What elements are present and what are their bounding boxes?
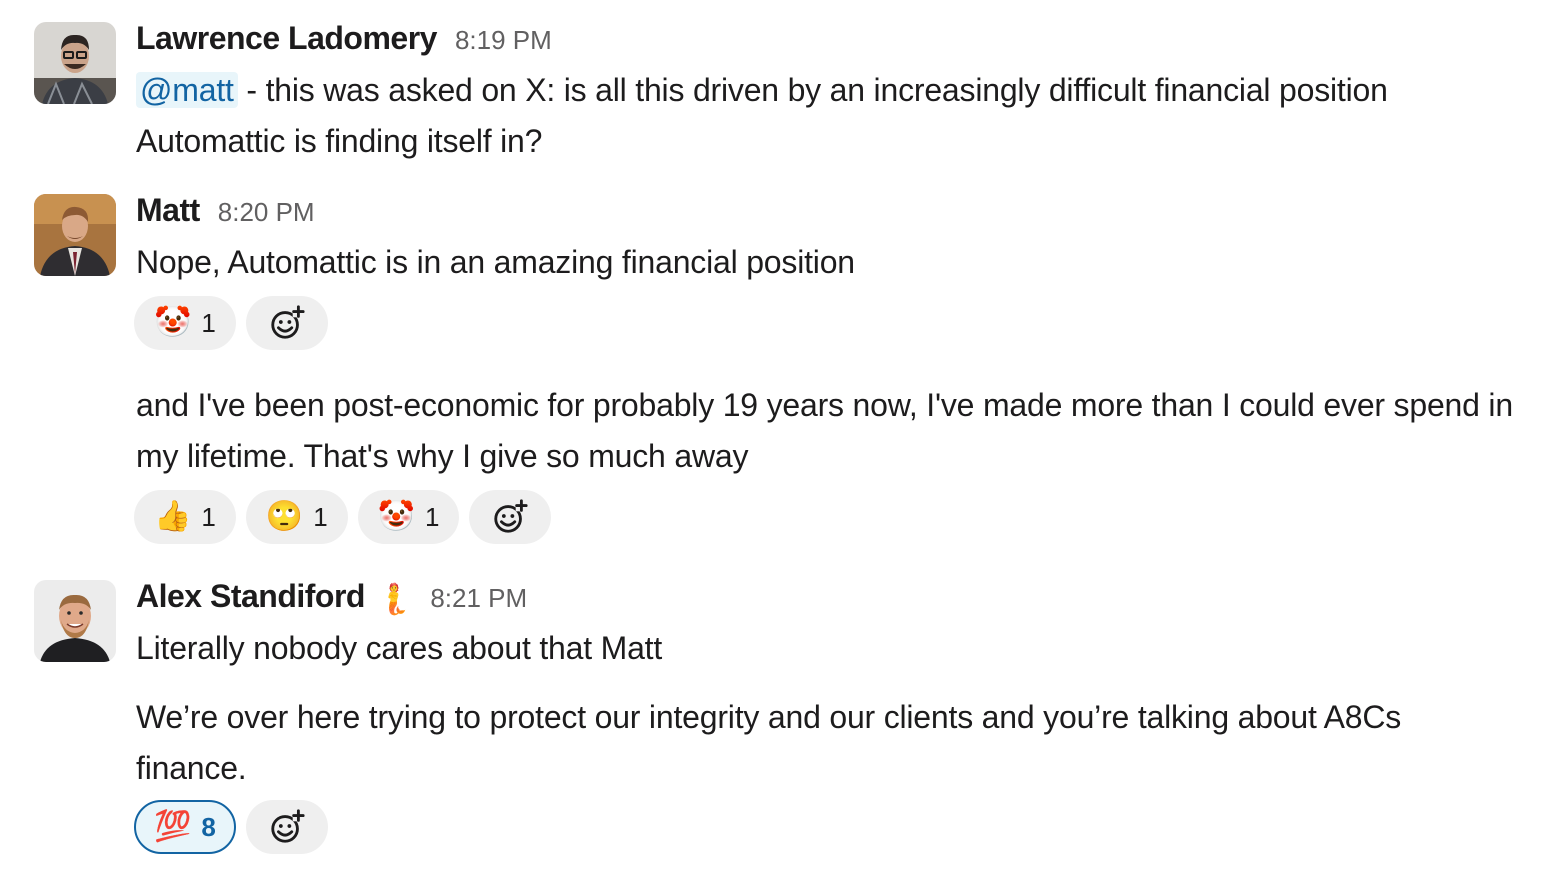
- reaction-bar: 🤡 1: [134, 296, 328, 350]
- message-body: - this was asked on X: is all this drive…: [136, 72, 1388, 159]
- sender-name[interactable]: Matt: [136, 192, 200, 229]
- add-emoji-icon: [271, 305, 305, 339]
- reaction-bar: 💯 8: [134, 800, 328, 854]
- reaction-count: 1: [425, 501, 440, 532]
- sender-name[interactable]: Alex Standiford: [136, 578, 365, 615]
- thumbs-up-icon: 👍: [154, 500, 192, 533]
- reaction-hundred[interactable]: 💯 8: [134, 800, 236, 854]
- reaction-clown[interactable]: 🤡 1: [357, 490, 460, 544]
- add-reaction-button[interactable]: [245, 296, 328, 350]
- add-emoji-icon: [494, 499, 529, 533]
- message-body: Nope, Automattic is in an amazing financ…: [136, 244, 855, 280]
- hundred-points-icon: 💯: [154, 810, 192, 843]
- timestamp[interactable]: 8:20 PM: [218, 197, 315, 228]
- reaction-count: 1: [201, 307, 216, 338]
- timestamp[interactable]: 8:19 PM: [455, 25, 552, 56]
- mermaid-status-icon[interactable]: 🧜: [375, 582, 412, 617]
- message-body-followup: and I've been post-economic for probably…: [136, 387, 1513, 474]
- reaction-count: 1: [201, 501, 216, 532]
- reaction-bar: 👍 1 🙄 1 🤡 1: [134, 490, 552, 544]
- add-emoji-icon: [271, 809, 305, 843]
- message-body: Literally nobody cares about that Matt: [136, 630, 663, 666]
- reaction-thumbs-up[interactable]: 👍 1: [134, 490, 236, 544]
- avatar-matt[interactable]: [34, 194, 116, 276]
- reaction-eye-roll[interactable]: 🙄 1: [245, 490, 348, 544]
- message-body-followup: We’re over here trying to protect our in…: [136, 699, 1402, 786]
- clown-face-icon: 🤡: [154, 306, 192, 339]
- eye-roll-face-icon: 🙄: [265, 500, 304, 533]
- timestamp[interactable]: 8:21 PM: [430, 583, 527, 614]
- reaction-count: 1: [313, 501, 328, 532]
- reaction-count: 8: [201, 811, 216, 842]
- avatar-alex[interactable]: [34, 580, 116, 662]
- add-reaction-button[interactable]: [245, 800, 328, 854]
- clown-face-icon: 🤡: [377, 500, 416, 533]
- message-text: @matt - this was asked on X: is all this…: [136, 65, 1516, 167]
- add-reaction-button[interactable]: [469, 490, 552, 544]
- avatar-lawrence[interactable]: [34, 22, 116, 104]
- reaction-clown[interactable]: 🤡 1: [134, 296, 236, 350]
- sender-name[interactable]: Lawrence Ladomery: [136, 20, 437, 57]
- user-mention[interactable]: @matt: [136, 72, 238, 108]
